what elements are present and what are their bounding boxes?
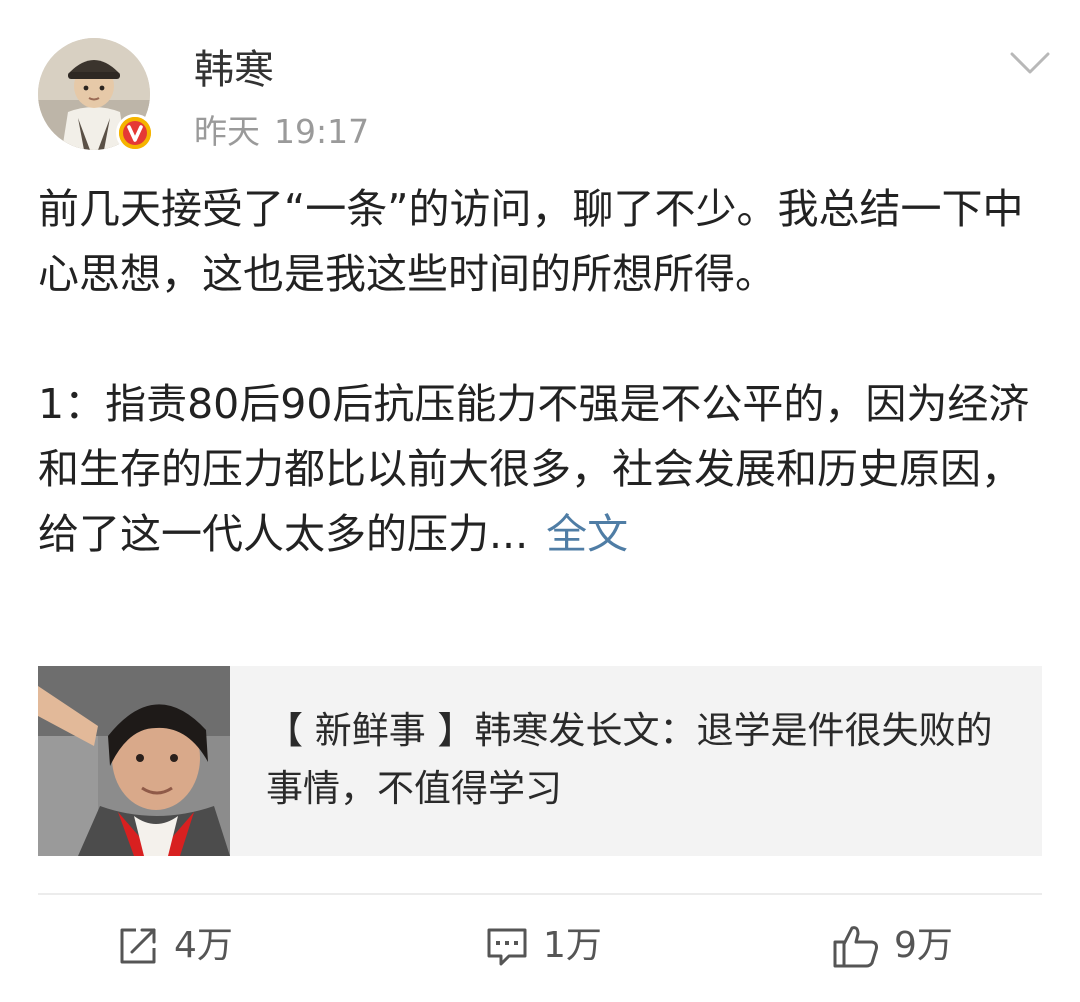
post-paragraph-point-1-text: 1：指责80后90后抗压能力不强是不公平的，因为经济和生存的压力都比以前大很多，… xyxy=(38,380,1030,558)
post-time: 19:17 xyxy=(274,112,370,151)
comment-count: 1万 xyxy=(543,925,602,966)
article-thumbnail xyxy=(38,666,230,856)
post-date: 昨天 xyxy=(194,112,260,151)
post-text: 前几天接受了“一条”的访问，聊了不少。我总结一下中心思想，这也是我这些时间的所想… xyxy=(38,177,1050,567)
thumbs-up-icon xyxy=(833,926,878,968)
repost-count: 4万 xyxy=(174,925,233,966)
comment-button[interactable]: 1万 xyxy=(485,921,602,971)
repost-button[interactable]: 4万 xyxy=(116,921,233,971)
linked-article-card[interactable]: 【 新鲜事 】韩寒发长文：退学是件很失败的事情，不值得学习 xyxy=(38,666,1042,856)
post-meta: 昨天 19:17 xyxy=(194,112,369,152)
post-paragraph-intro: 前几天接受了“一条”的访问，聊了不少。我总结一下中心思想，这也是我这些时间的所想… xyxy=(38,185,1024,298)
expand-full-text-link[interactable]: 全文 xyxy=(546,510,628,558)
action-bar: 4万 1万 9万 xyxy=(0,895,1080,1002)
repost-icon xyxy=(120,928,156,964)
comment-icon xyxy=(487,928,527,966)
post-paragraph-point-1: 1：指责80后90后抗压能力不强是不公平的，因为经济和生存的压力都比以前大很多，… xyxy=(38,372,1050,567)
verified-v-badge-icon xyxy=(116,114,154,152)
chevron-down-icon[interactable] xyxy=(1008,48,1052,78)
post-header: 韩寒 昨天 19:17 xyxy=(38,38,1050,158)
article-title: 【 新鲜事 】韩寒发长文：退学是件很失败的事情，不值得学习 xyxy=(266,709,993,810)
like-count: 9万 xyxy=(894,925,953,966)
username[interactable]: 韩寒 xyxy=(194,46,274,94)
like-button[interactable]: 9万 xyxy=(832,921,953,971)
